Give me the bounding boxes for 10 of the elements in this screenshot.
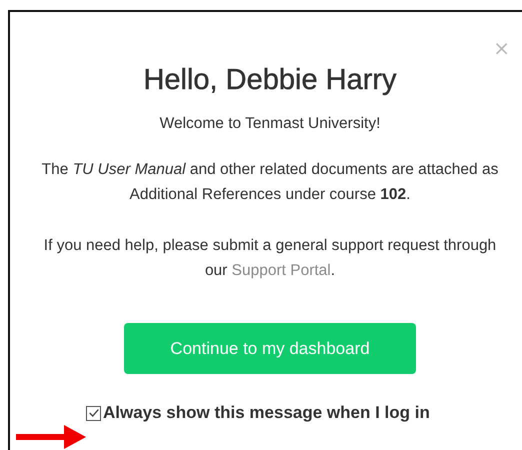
help-text: If you need help, please submit a general support request through our Support Portal. bbox=[42, 236, 498, 281]
manual-text: The TU User Manual and other related documents are attached as Additional References under course 102. bbox=[40, 160, 500, 205]
always-show-label: Always show this message when I log in bbox=[103, 403, 430, 423]
close-button[interactable]: × bbox=[493, 38, 510, 58]
support-portal-link[interactable]: Support Portal bbox=[232, 262, 331, 279]
welcome-text: Welcome to Tenmast University! bbox=[158, 115, 382, 133]
dialog-title: Hello, Debbie Harry bbox=[142, 64, 398, 97]
arrow-icon bbox=[16, 425, 86, 449]
always-show-checkbox[interactable] bbox=[86, 406, 101, 420]
continue-button[interactable]: Continue to my dashboard bbox=[124, 323, 416, 374]
